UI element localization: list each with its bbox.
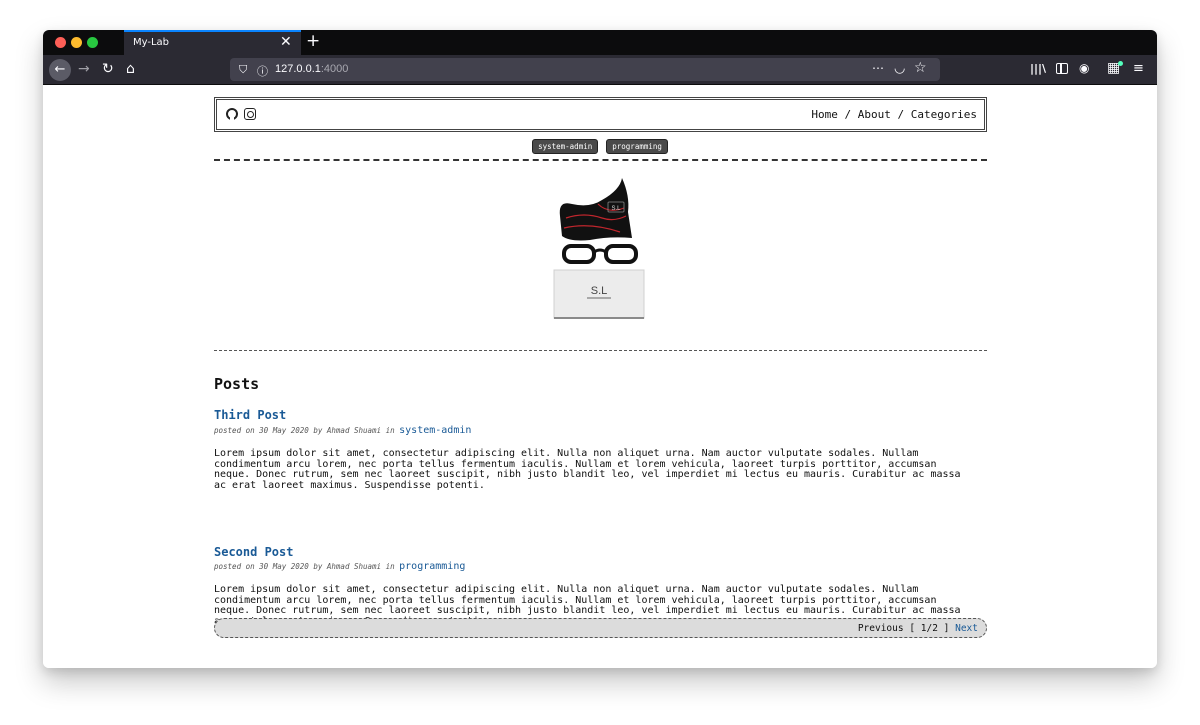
post-meta: posted on 30 May 2020 by Ahmad Shuami in…	[214, 425, 471, 436]
sidebar-icon[interactable]	[1056, 63, 1068, 74]
post-title-link[interactable]: Second Post	[214, 545, 293, 559]
post-category-link[interactable]: system-admin	[399, 425, 471, 436]
pagination-next-link[interactable]: Next	[955, 623, 978, 634]
page-content: Home / About / Categories system-admin p…	[43, 86, 1157, 668]
pagination-indicator: [ 1/2 ]	[909, 623, 950, 634]
logo-glasses-left	[562, 244, 596, 264]
logo-initials: S.L	[591, 285, 608, 297]
header-divider	[214, 159, 987, 161]
browser-window: My-Lab ✕ + ← → ↻ ⌂ ⛉ ⓘ 127.0.0.1:4000 ⋯ …	[43, 30, 1157, 668]
reload-icon[interactable]: ↻	[102, 62, 114, 76]
tab-bar: My-Lab ✕ +	[43, 30, 1157, 55]
pagination-previous: Previous	[857, 623, 904, 634]
post-meta-text: posted on 30 May 2020 by Ahmad Shuami in	[214, 562, 395, 571]
tab-title: My-Lab	[133, 37, 170, 48]
nav-separator: /	[890, 108, 911, 121]
pocket-icon[interactable]: ◡	[894, 61, 905, 76]
nav-categories-link[interactable]: Categories	[911, 108, 977, 121]
site-header: Home / About / Categories	[214, 97, 987, 132]
post-category-link[interactable]: programming	[399, 561, 465, 572]
logo-hat-initials: S.L	[611, 206, 621, 212]
url-text[interactable]: 127.0.0.1:4000	[275, 63, 348, 75]
navigation-toolbar: ← → ↻ ⌂ ⛉ ⓘ 127.0.0.1:4000 ⋯ ◡ ☆ |||\ ◉ …	[43, 55, 1157, 85]
site-nav: Home / About / Categories	[811, 108, 977, 121]
tag-programming[interactable]: programming	[606, 139, 668, 154]
shield-icon[interactable]: ⛉	[239, 63, 247, 77]
post-meta: posted on 30 May 2020 by Ahmad Shuami in…	[214, 561, 465, 572]
close-window-button[interactable]	[55, 37, 66, 48]
menu-icon[interactable]: ≡	[1133, 62, 1144, 75]
posts-heading: Posts	[214, 375, 260, 393]
post-excerpt: Lorem ipsum dolor sit amet, consectetur …	[214, 448, 961, 491]
logo-divider	[214, 350, 987, 351]
github-icon[interactable]	[226, 108, 238, 120]
back-arrow-icon[interactable]: ←	[49, 59, 71, 81]
info-icon[interactable]: ⓘ	[257, 63, 268, 79]
account-icon[interactable]: ◉	[1079, 62, 1089, 74]
home-icon[interactable]: ⌂	[126, 62, 135, 76]
url-host: 127.0.0.1	[275, 63, 321, 75]
new-tab-icon[interactable]: +	[306, 31, 320, 51]
minimize-window-button[interactable]	[71, 37, 82, 48]
nav-about-link[interactable]: About	[858, 108, 891, 121]
url-port: :4000	[320, 63, 349, 75]
nav-home-link[interactable]: Home	[811, 108, 838, 121]
tag-system-admin[interactable]: system-admin	[532, 139, 599, 154]
screenshot-stage: My-Lab ✕ + ← → ↻ ⌂ ⛉ ⓘ 127.0.0.1:4000 ⋯ …	[0, 0, 1200, 725]
library-icon[interactable]: |||\	[1030, 63, 1046, 74]
close-tab-icon[interactable]: ✕	[280, 34, 292, 50]
pagination-text: Previous [ 1/2 ] Next	[858, 623, 978, 634]
tag-list: system-admin programming	[43, 139, 1157, 154]
site-logo: S.L S.L	[553, 178, 645, 319]
url-bar[interactable]: ⛉ ⓘ 127.0.0.1:4000 ⋯ ◡ ☆	[230, 58, 940, 81]
tab-my-lab[interactable]: My-Lab ✕	[124, 30, 301, 55]
pagination: Previous [ 1/2 ] Next	[214, 618, 987, 638]
post-meta-text: posted on 30 May 2020 by Ahmad Shuami in	[214, 426, 395, 435]
zoom-window-button[interactable]	[87, 37, 98, 48]
extension-badge	[1118, 61, 1123, 66]
instagram-icon[interactable]	[244, 108, 256, 120]
nav-separator: /	[837, 108, 858, 121]
more-icon[interactable]: ⋯	[872, 61, 884, 75]
forward-arrow-icon[interactable]: →	[78, 62, 90, 76]
logo-glasses-right	[604, 244, 638, 264]
bookmark-star-icon[interactable]: ☆	[914, 60, 927, 76]
post-title-link[interactable]: Third Post	[214, 408, 286, 422]
